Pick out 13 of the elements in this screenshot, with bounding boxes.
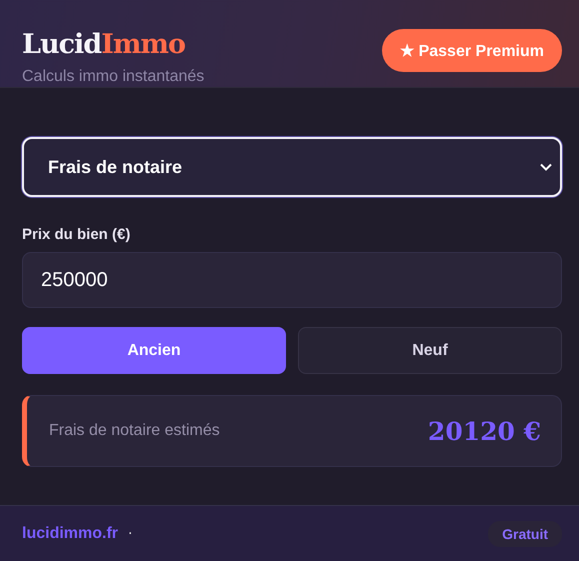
calculator-select[interactable]: Frais de notaire	[22, 137, 562, 197]
site-link[interactable]: lucidimmo.fr	[22, 524, 118, 542]
free-badge: Gratuit	[488, 520, 562, 546]
logo: LucidImmo	[22, 28, 186, 62]
field-label: Prix du bien (€)	[22, 226, 132, 243]
result-value: 20120 €	[428, 416, 541, 446]
separator: ·	[128, 526, 132, 542]
price-input[interactable]: 250000	[22, 252, 562, 308]
type-option[interactable]: Ancien	[22, 327, 286, 374]
tagline: Calculs immo instantanés	[22, 68, 204, 86]
caret-icon	[540, 163, 552, 171]
type-option[interactable]: Neuf	[298, 327, 562, 374]
result-label: Frais de notaire estimés	[49, 422, 220, 440]
